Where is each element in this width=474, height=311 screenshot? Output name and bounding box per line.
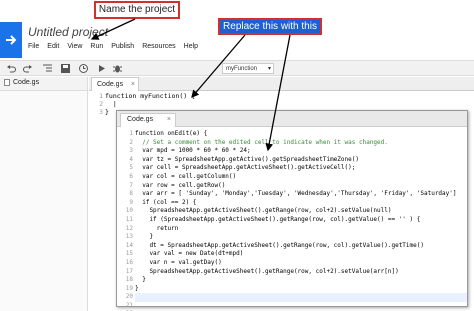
arrow-to-new-code — [265, 34, 291, 152]
arrow-to-project-title — [90, 18, 136, 40]
arrow-to-back-code — [191, 34, 246, 98]
annotation-arrows — [90, 18, 291, 152]
